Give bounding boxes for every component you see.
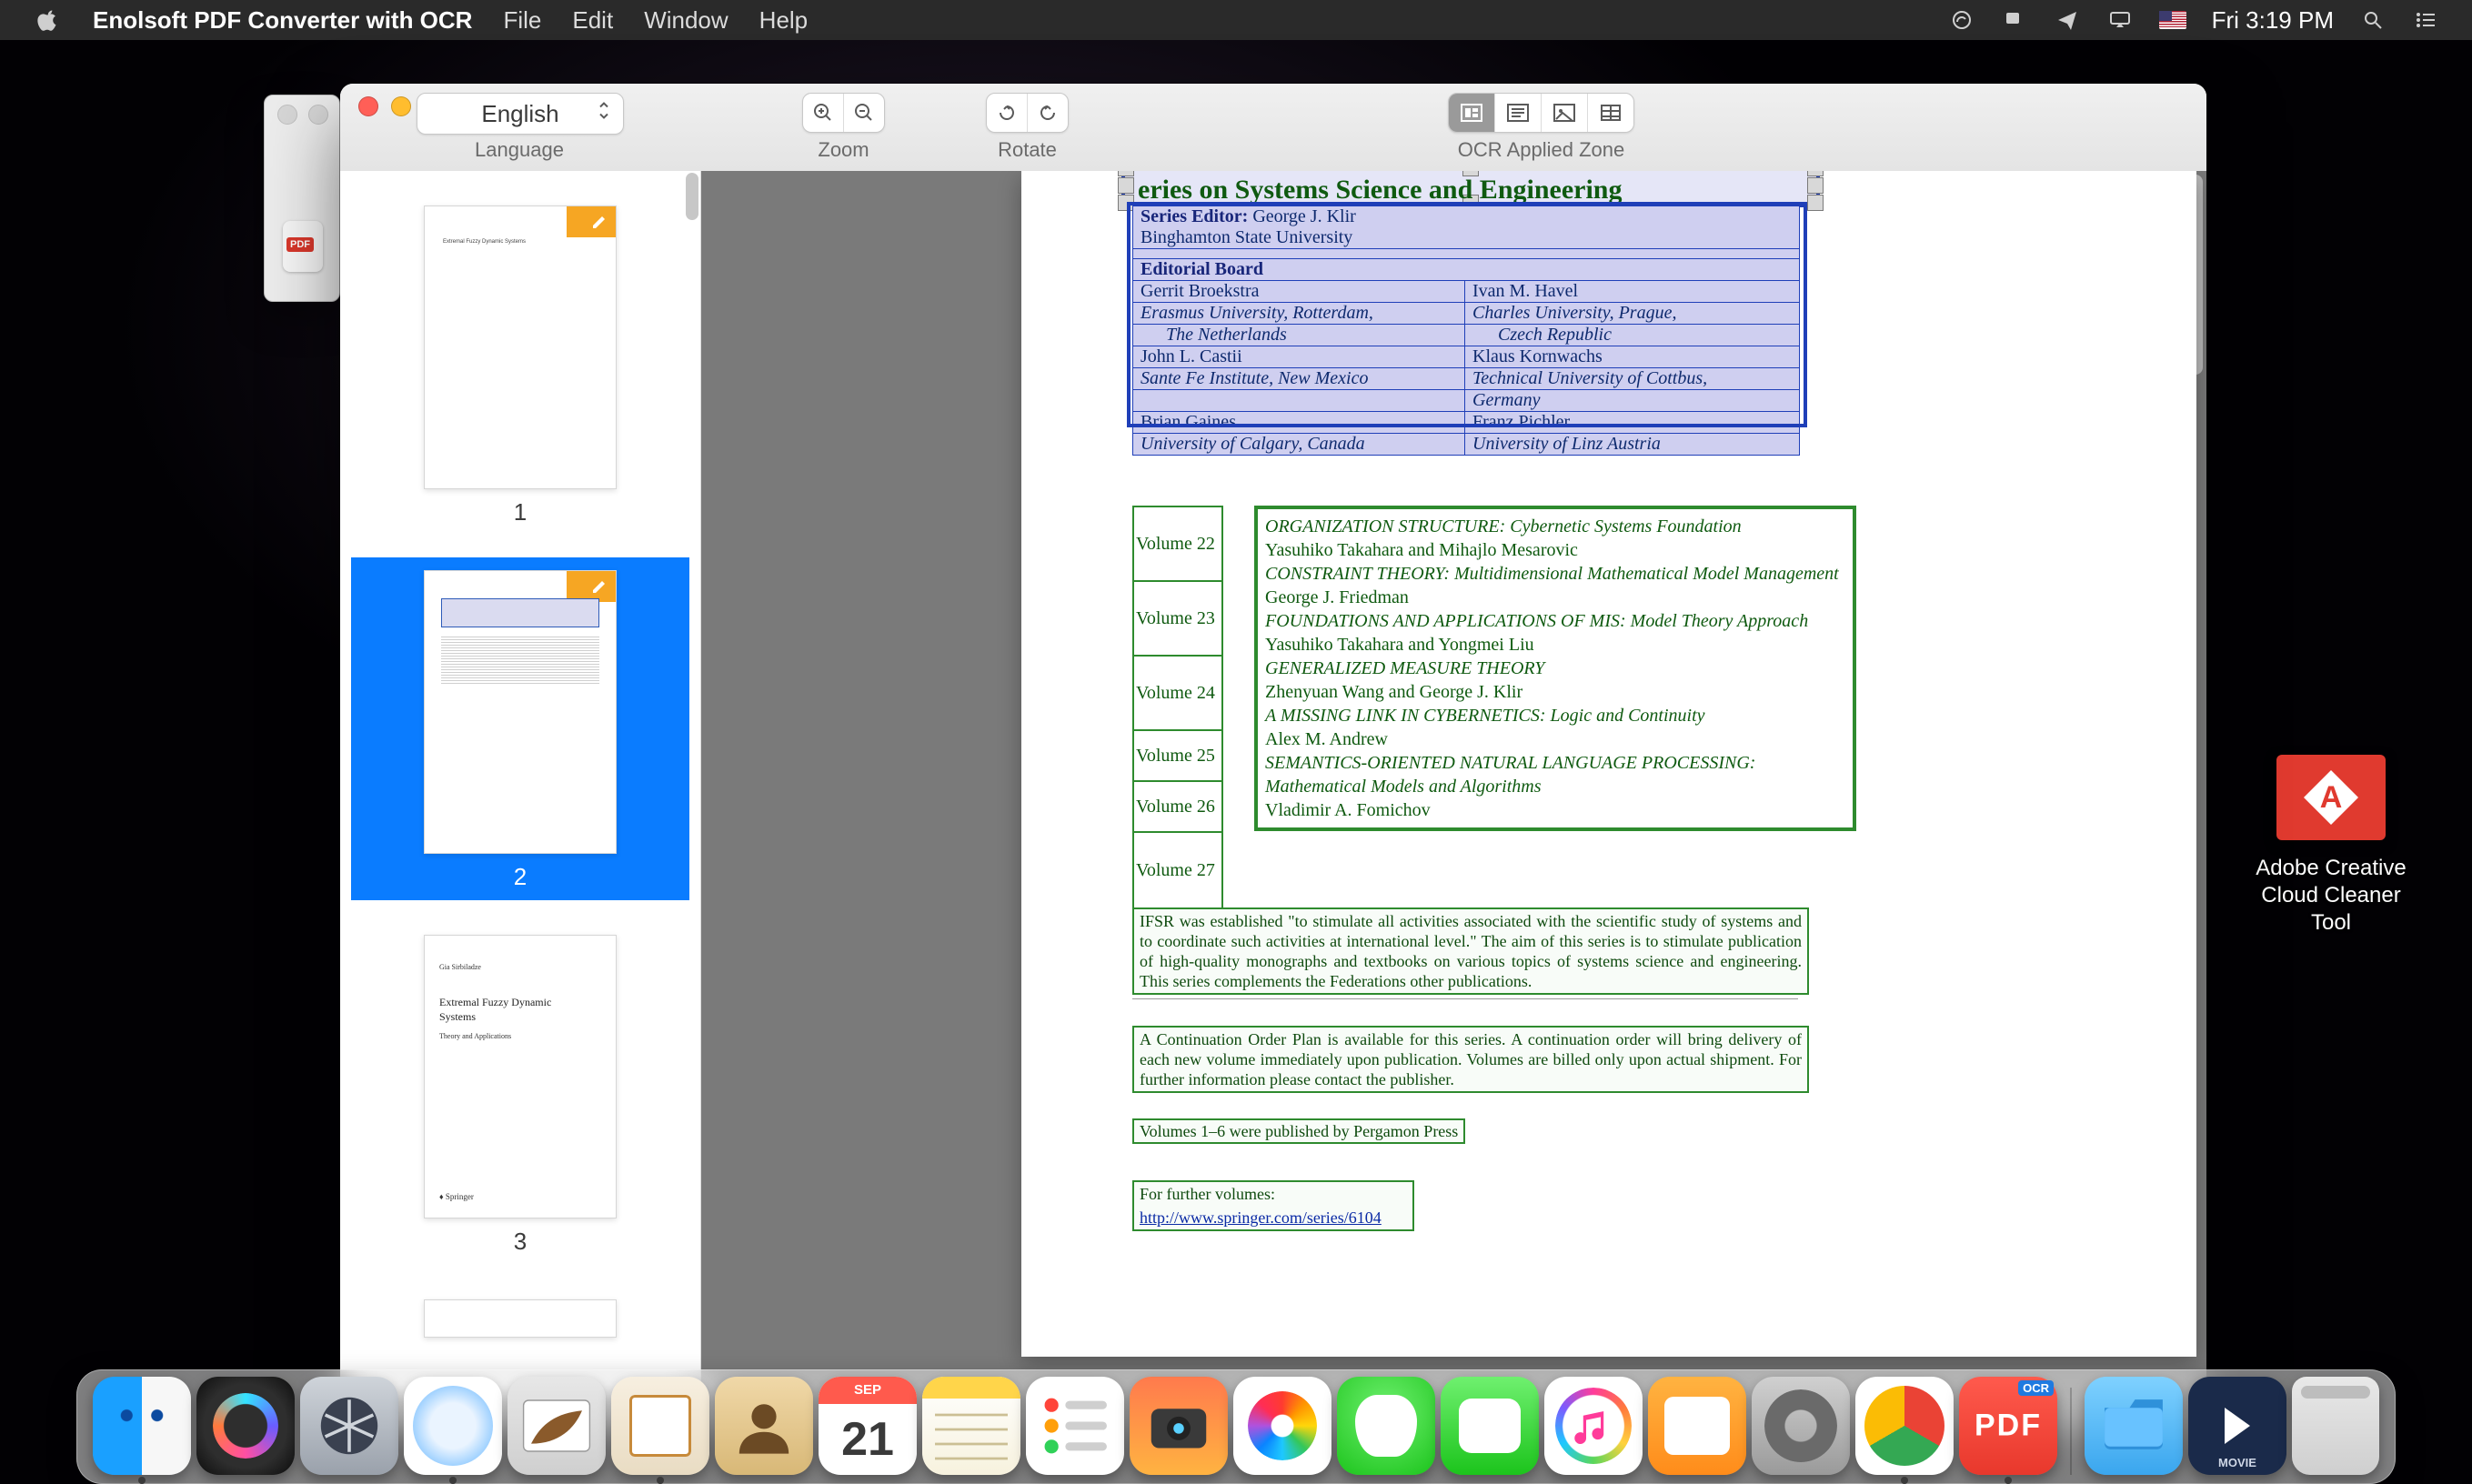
dock-calendar[interactable]: SEP 21: [819, 1377, 917, 1475]
ocr-zone-auto-button[interactable]: [1449, 94, 1495, 132]
rotate-group: Rotate: [986, 93, 1069, 162]
menubar-clock[interactable]: Fri 3:19 PM: [2212, 6, 2334, 35]
window-toolbar: English Language Zoom: [340, 84, 2206, 172]
dock-safari[interactable]: [404, 1377, 502, 1475]
zoom-out-button[interactable]: [844, 94, 884, 132]
dock-area: SEP 21 MOVIE: [0, 1371, 2472, 1484]
bg-window-close[interactable]: [277, 105, 297, 125]
language-select-value: English: [481, 100, 558, 128]
input-source-flag-icon[interactable]: [2159, 11, 2186, 29]
desktop-icon-label-line1: Adobe Creative: [2256, 856, 2406, 880]
language-label: Language: [417, 138, 622, 162]
background-window[interactable]: [264, 95, 340, 302]
ocr-zone-text-button[interactable]: [1495, 94, 1542, 132]
menubar: Enolsoft PDF Converter with OCR File Edi…: [0, 0, 2472, 40]
thumbnail-sidebar: Extremal Fuzzy Dynamic Systems 1: [340, 171, 701, 1428]
dock-photobooth[interactable]: [1130, 1377, 1228, 1475]
dock-mail[interactable]: [611, 1377, 709, 1475]
desktop: A Adobe Creative Cloud Cleaner Tool Engl…: [0, 40, 2472, 1484]
dock-notes[interactable]: [922, 1377, 1020, 1475]
dock-reminders[interactable]: [1026, 1377, 1124, 1475]
rotate-label: Rotate: [998, 138, 1057, 162]
dock-itunes[interactable]: [1544, 1377, 1643, 1475]
dock-separator: [2070, 1388, 2072, 1475]
dock-enolsoft-pdf-ocr[interactable]: [1959, 1377, 2057, 1475]
thumbnail-page-2[interactable]: 2: [351, 557, 689, 900]
pdf-converter-window: English Language Zoom: [340, 84, 2206, 1428]
menu-file[interactable]: File: [503, 6, 541, 35]
desktop-icon-label-line2: Cloud Cleaner Tool: [2261, 883, 2400, 935]
doc-paragraph-ifsr: IFSR was established "to stimulate all a…: [1132, 907, 1809, 995]
thumbnail-scrollbar[interactable]: [686, 173, 698, 220]
dock-messages[interactable]: [1337, 1377, 1435, 1475]
dock-launchpad[interactable]: [300, 1377, 398, 1475]
menu-edit[interactable]: Edit: [572, 6, 613, 35]
doc-series-title: eries on Systems Science and Engineering: [1138, 175, 1623, 206]
dock-contacts[interactable]: [715, 1377, 813, 1475]
ocr-zone-table-button[interactable]: [1588, 94, 1633, 132]
dock-video-file[interactable]: MOVIE: [2188, 1377, 2286, 1475]
doc-volume-numbers: Volume 22Volume 23Volume 24Volume 25Volu…: [1132, 506, 1223, 909]
document-page: eries on Systems Science and Engineering…: [1021, 171, 2196, 1357]
language-select[interactable]: English: [417, 93, 624, 135]
airplay-menu-icon[interactable]: [2106, 9, 2134, 31]
menu-window[interactable]: Window: [644, 6, 728, 35]
dock-siri[interactable]: [196, 1377, 295, 1475]
paper-plane-menu-icon[interactable]: [2054, 9, 2081, 31]
dock-downloads-folder[interactable]: [2085, 1377, 2183, 1475]
chevron-updown-icon: [598, 100, 610, 128]
notification-center-icon[interactable]: [2412, 9, 2439, 31]
bg-window-minimize[interactable]: [308, 105, 328, 125]
thumbnail-page-4[interactable]: [351, 1287, 689, 1356]
thumbnail-page-number: 3: [351, 1228, 689, 1256]
thumbnail-page-3[interactable]: Gia Sirbiladze Extremal Fuzzy Dynamic Sy…: [351, 922, 689, 1265]
dock: SEP 21 MOVIE: [76, 1369, 2396, 1484]
dock-ibooks[interactable]: [1648, 1377, 1746, 1475]
thumbnail-page-number: 2: [351, 863, 689, 891]
dock-system-preferences[interactable]: [1752, 1377, 1850, 1475]
zoom-label: Zoom: [818, 138, 869, 162]
zoom-in-button[interactable]: [803, 94, 844, 132]
desktop-icon-adobe-cc-cleaner[interactable]: A Adobe Creative Cloud Cleaner Tool: [2236, 755, 2427, 938]
doc-paragraph-continuation: A Continuation Order Plan is available f…: [1132, 1026, 1809, 1093]
ocr-zone-label: OCR Applied Zone: [1458, 138, 1624, 162]
thumbnail-page-number: 1: [351, 498, 689, 526]
dock-facetime[interactable]: [1441, 1377, 1539, 1475]
ocr-zone-image-button[interactable]: [1542, 94, 1588, 132]
menu-help[interactable]: Help: [759, 6, 808, 35]
spotlight-search-icon[interactable]: [2359, 9, 2387, 31]
doc-note-pergamon: Volumes 1–6 were published by Pergamon P…: [1132, 1118, 1465, 1144]
window-close-button[interactable]: [358, 96, 378, 116]
dock-chrome[interactable]: [1855, 1377, 1954, 1475]
doc-volume-descriptions: ORGANIZATION STRUCTURE: Cybernetic Syste…: [1254, 506, 1856, 831]
dock-preview[interactable]: [507, 1377, 606, 1475]
ocr-zone-group: OCR Applied Zone: [1448, 93, 1634, 162]
doc-series-link[interactable]: http://www.springer.com/series/6104: [1140, 1208, 1382, 1227]
dock-photos[interactable]: [1233, 1377, 1331, 1475]
page-viewer[interactable]: eries on Systems Science and Engineering…: [701, 171, 2206, 1428]
apple-menu-icon[interactable]: [35, 9, 62, 31]
window-minimize-button[interactable]: [391, 96, 411, 116]
rotate-left-button[interactable]: [987, 94, 1028, 132]
app-menu[interactable]: Enolsoft PDF Converter with OCR: [93, 6, 472, 35]
dock-finder[interactable]: [93, 1377, 191, 1475]
rotate-right-button[interactable]: [1028, 94, 1068, 132]
doc-further-volumes: For further volumes: http://www.springer…: [1132, 1180, 1414, 1231]
notification-menu-icon[interactable]: [2001, 9, 2028, 31]
bg-pdf-thumbnail[interactable]: [283, 221, 323, 272]
thumbnail-page-1[interactable]: Extremal Fuzzy Dynamic Systems 1: [351, 193, 689, 536]
doc-editorial-table: Series Editor: George J. Klir Binghamton…: [1132, 206, 1800, 456]
dock-trash[interactable]: [2292, 1377, 2379, 1475]
creative-cloud-menu-icon[interactable]: [1948, 9, 1975, 31]
zoom-group: Zoom: [802, 93, 885, 162]
